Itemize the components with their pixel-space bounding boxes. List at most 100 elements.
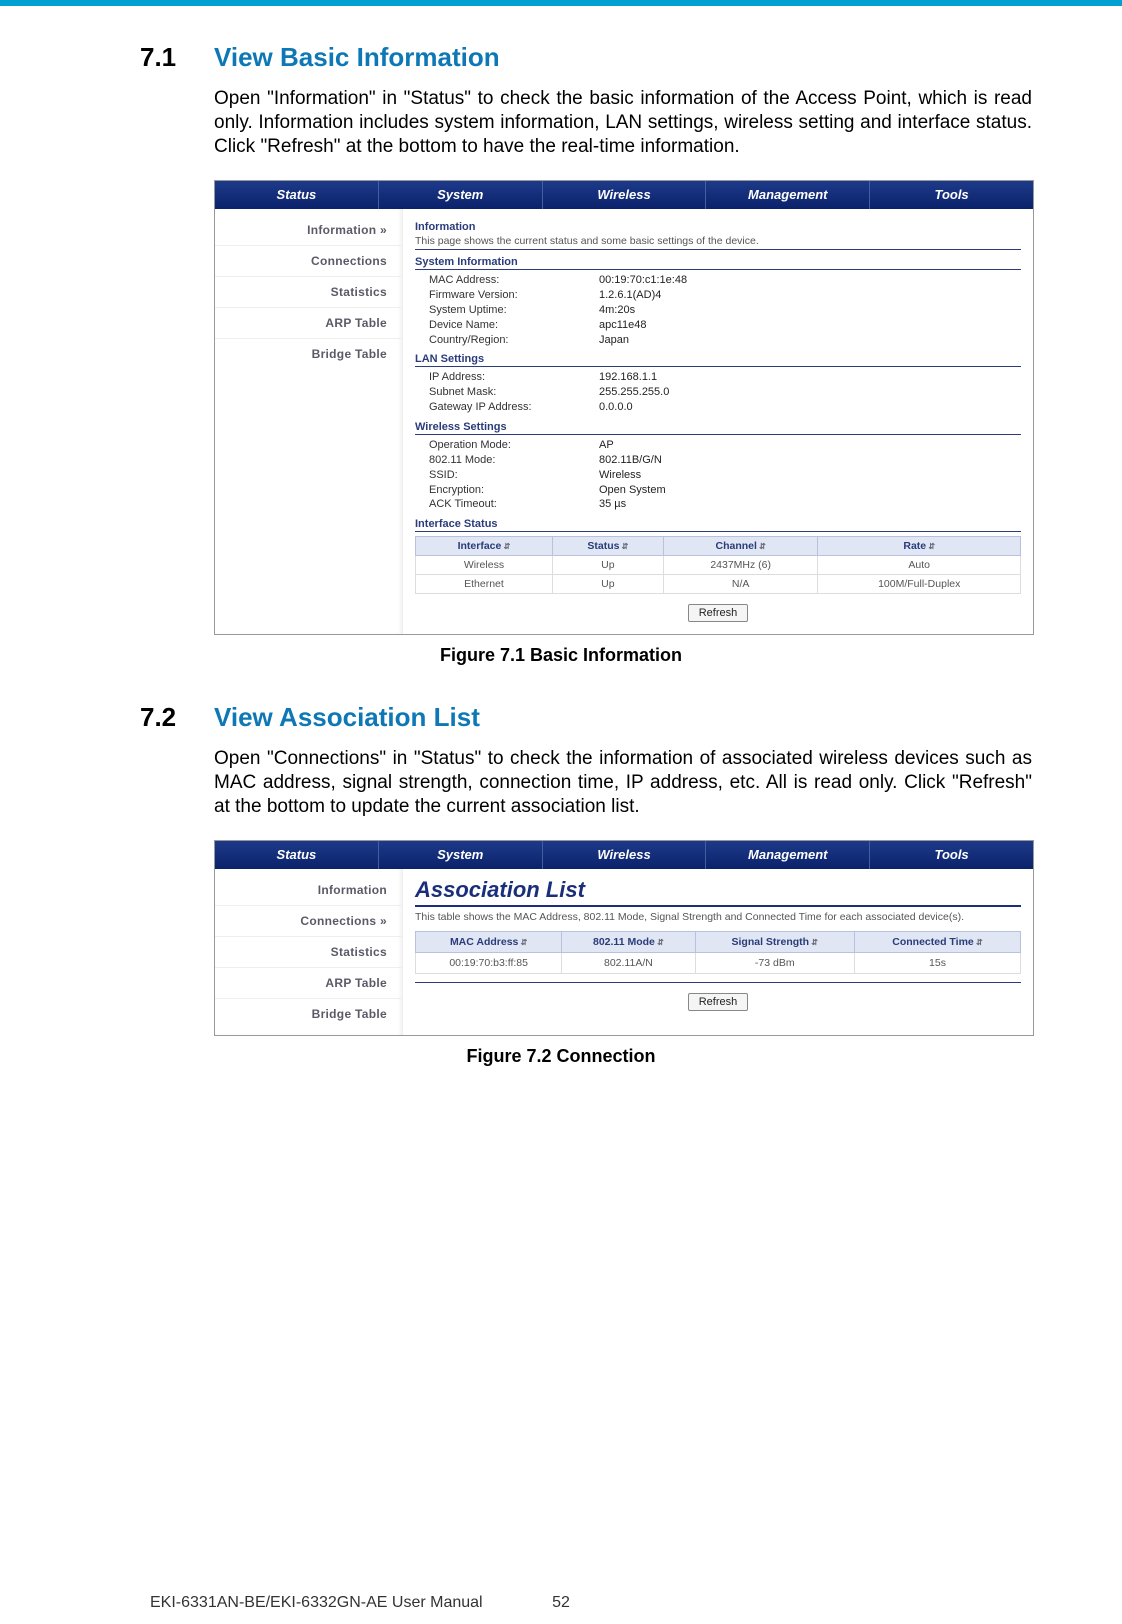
nav-tab-management[interactable]: Management [706, 841, 870, 869]
cell: Ethernet [416, 575, 553, 594]
figure-7-2-screenshot: Status System Wireless Management Tools … [214, 840, 1034, 1036]
interface-table: Interface Status Channel Rate Wireless U… [415, 536, 1021, 594]
section-number: 7.2 [140, 702, 214, 733]
top-nav: Status System Wireless Management Tools [215, 841, 1033, 869]
col-interface[interactable]: Interface [416, 537, 553, 556]
sidebar: Information Connections Statistics ARP T… [215, 869, 403, 1035]
value-devname: apc11e48 [599, 318, 647, 333]
nav-tab-wireless[interactable]: Wireless [543, 841, 707, 869]
figure-7-1-screenshot: Status System Wireless Management Tools … [214, 180, 1034, 635]
table-row: Wireless Up 2437MHz (6) Auto [416, 556, 1021, 575]
col-channel[interactable]: Channel [663, 537, 818, 556]
sidebar: Information Connections Statistics ARP T… [215, 209, 403, 634]
assoc-title: Association List [415, 877, 1021, 907]
section-paragraph: Open "Connections" in "Status" to check … [214, 747, 1032, 818]
table-row: Ethernet Up N/A 100M/Full-Duplex [416, 575, 1021, 594]
section-title: View Basic Information [214, 42, 500, 73]
value-uptime: 4m:20s [599, 303, 635, 318]
refresh-button[interactable]: Refresh [688, 993, 749, 1011]
sidebar-item-bridge-table[interactable]: Bridge Table [215, 338, 403, 369]
sidebar-item-statistics[interactable]: Statistics [215, 276, 403, 307]
nav-tab-system[interactable]: System [379, 841, 543, 869]
col-80211[interactable]: 802.11 Mode [562, 932, 695, 953]
value-country: Japan [599, 333, 629, 348]
panel-description: This page shows the current status and s… [415, 235, 1021, 250]
section-heading-7-2: 7.2 View Association List [140, 702, 1032, 733]
col-rate[interactable]: Rate [818, 537, 1021, 556]
sidebar-item-bridge-table[interactable]: Bridge Table [215, 998, 403, 1029]
sidebar-item-connections[interactable]: Connections [215, 245, 403, 276]
value-enc: Open System [599, 483, 666, 498]
label-country: Country/Region: [429, 333, 599, 348]
nav-tab-system[interactable]: System [379, 181, 543, 209]
nav-tab-tools[interactable]: Tools [870, 181, 1033, 209]
value-mac: 00:19:70:c1:1e:48 [599, 273, 687, 288]
subhead-interface: Interface Status [415, 518, 1021, 532]
label-firmware: Firmware Version: [429, 288, 599, 303]
nav-tab-status[interactable]: Status [215, 181, 379, 209]
panel-heading: Information [415, 221, 1021, 233]
subhead-wireless: Wireless Settings [415, 421, 1021, 435]
value-firmware: 1.2.6.1(AD)4 [599, 288, 661, 303]
main-panel: Information This page shows the current … [403, 209, 1033, 634]
label-uptime: System Uptime: [429, 303, 599, 318]
assoc-desc: This table shows the MAC Address, 802.11… [415, 911, 1021, 923]
cell: Up [552, 575, 663, 594]
assoc-table: MAC Address 802.11 Mode Signal Strength … [415, 931, 1021, 974]
cell: 00:19:70:b3:ff:85 [416, 953, 562, 974]
cell: Up [552, 556, 663, 575]
figure-caption-7-2: Figure 7.2 Connection [90, 1046, 1032, 1067]
nav-tab-management[interactable]: Management [706, 181, 870, 209]
label-ack: ACK Timeout: [429, 497, 599, 512]
sidebar-item-connections[interactable]: Connections [215, 905, 403, 936]
footer-page-number: 52 [0, 1594, 1122, 1612]
section-title: View Association List [214, 702, 480, 733]
divider [415, 982, 1021, 983]
label-80211: 802.11 Mode: [429, 453, 599, 468]
sidebar-item-information[interactable]: Information [215, 215, 403, 245]
section-number: 7.1 [140, 42, 214, 73]
label-enc: Encryption: [429, 483, 599, 498]
cell: 15s [854, 953, 1020, 974]
value-gateway: 0.0.0.0 [599, 400, 633, 415]
sidebar-item-arp-table[interactable]: ARP Table [215, 307, 403, 338]
label-devname: Device Name: [429, 318, 599, 333]
label-mac: MAC Address: [429, 273, 599, 288]
label-opmode: Operation Mode: [429, 438, 599, 453]
label-ssid: SSID: [429, 468, 599, 483]
label-ip: IP Address: [429, 370, 599, 385]
value-mask: 255.255.255.0 [599, 385, 669, 400]
value-80211: 802.11B/G/N [599, 453, 662, 468]
col-conntime[interactable]: Connected Time [854, 932, 1020, 953]
section-paragraph: Open "Information" in "Status" to check … [214, 87, 1032, 158]
main-panel: Association List This table shows the MA… [403, 869, 1033, 1035]
cell: Wireless [416, 556, 553, 575]
cell: -73 dBm [695, 953, 854, 974]
value-opmode: AP [599, 438, 614, 453]
label-gateway: Gateway IP Address: [429, 400, 599, 415]
col-signal[interactable]: Signal Strength [695, 932, 854, 953]
nav-tab-tools[interactable]: Tools [870, 841, 1033, 869]
cell: N/A [663, 575, 818, 594]
cell: 802.11A/N [562, 953, 695, 974]
cell: 100M/Full-Duplex [818, 575, 1021, 594]
value-ip: 192.168.1.1 [599, 370, 657, 385]
col-mac[interactable]: MAC Address [416, 932, 562, 953]
value-ack: 35 µs [599, 497, 626, 512]
refresh-button[interactable]: Refresh [688, 604, 749, 622]
nav-tab-status[interactable]: Status [215, 841, 379, 869]
value-ssid: Wireless [599, 468, 641, 483]
top-nav: Status System Wireless Management Tools [215, 181, 1033, 209]
figure-caption-7-1: Figure 7.1 Basic Information [90, 645, 1032, 666]
nav-tab-wireless[interactable]: Wireless [543, 181, 707, 209]
label-mask: Subnet Mask: [429, 385, 599, 400]
sidebar-item-arp-table[interactable]: ARP Table [215, 967, 403, 998]
col-status[interactable]: Status [552, 537, 663, 556]
table-row: 00:19:70:b3:ff:85 802.11A/N -73 dBm 15s [416, 953, 1021, 974]
subhead-system-info: System Information [415, 256, 1021, 270]
sidebar-item-statistics[interactable]: Statistics [215, 936, 403, 967]
subhead-lan: LAN Settings [415, 353, 1021, 367]
cell: Auto [818, 556, 1021, 575]
section-heading-7-1: 7.1 View Basic Information [140, 42, 1032, 73]
sidebar-item-information[interactable]: Information [215, 875, 403, 905]
